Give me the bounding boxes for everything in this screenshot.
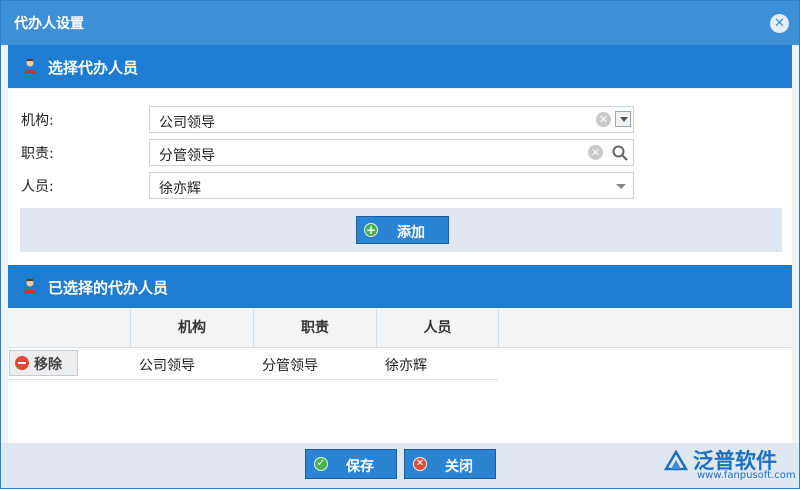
logo-icon — [663, 449, 689, 471]
select-section-header: 选择代办人员 — [8, 45, 792, 88]
duty-label: 职责: — [21, 146, 54, 162]
plus-icon: + — [364, 223, 378, 237]
person-label: 人员: — [21, 179, 54, 195]
search-icon[interactable] — [611, 144, 629, 162]
dropdown-icon[interactable] — [615, 111, 631, 127]
dialog-titlebar: 代办人设置 ✕ — [1, 1, 799, 45]
dialog-footer: ✓ 保存 ✕ 关闭 泛普软件 www.fanpusoft.com — [1, 443, 799, 488]
col-header-duty[interactable]: 职责 — [253, 309, 376, 347]
person-icon — [24, 279, 36, 294]
org-value: 公司领导 — [159, 115, 215, 131]
close-icon[interactable]: ✕ — [770, 14, 789, 33]
delegate-settings-dialog: 代办人设置 ✕ 选择代办人员 机构: 公司领导 ✕ 职责: 分管领导 ✕ 人员: — [0, 0, 800, 489]
duty-value: 分管领导 — [159, 148, 215, 164]
dialog-title: 代办人设置 — [14, 16, 84, 32]
add-toolbar: + 添加 — [20, 208, 782, 252]
col-header-org[interactable]: 机构 — [130, 309, 253, 347]
minus-icon — [15, 356, 29, 370]
person-icon — [24, 59, 36, 74]
close-button[interactable]: ✕ 关闭 — [404, 449, 496, 479]
selected-section-title: 已选择的代办人员 — [48, 279, 169, 297]
logo-url: www.fanpusoft.com — [697, 470, 796, 481]
chevron-down-icon[interactable] — [616, 184, 626, 189]
add-button[interactable]: + 添加 — [356, 216, 449, 244]
cancel-icon: ✕ — [413, 457, 427, 471]
person-value: 徐亦辉 — [159, 181, 201, 197]
org-label: 机构: — [21, 113, 54, 129]
save-button[interactable]: ✓ 保存 — [305, 449, 397, 479]
grid-header: 机构 职责 人员 — [8, 309, 792, 348]
org-field[interactable]: 公司领导 ✕ — [149, 106, 634, 133]
cell-person: 徐亦辉 — [385, 358, 427, 374]
selection-form: 机构: 公司领导 ✕ 职责: 分管领导 ✕ 人员: 徐亦辉 + 添加 — [8, 89, 792, 265]
col-header-person[interactable]: 人员 — [376, 309, 499, 347]
remove-button[interactable]: 移除 — [9, 350, 78, 376]
selected-section-header: 已选择的代办人员 — [8, 265, 792, 308]
duty-field[interactable]: 分管领导 ✕ — [149, 139, 634, 166]
cell-org: 公司领导 — [139, 358, 195, 374]
brand-logo: 泛普软件 www.fanpusoft.com — [661, 443, 796, 487]
person-select[interactable]: 徐亦辉 — [149, 172, 634, 199]
clear-icon[interactable]: ✕ — [588, 145, 603, 160]
clear-icon[interactable]: ✕ — [596, 112, 611, 127]
selected-grid: 机构 职责 人员 移除 公司领导 分管领导 徐亦辉 — [8, 309, 792, 443]
table-row: 移除 公司领导 分管领导 徐亦辉 — [8, 348, 498, 380]
select-section-title: 选择代办人员 — [48, 59, 139, 77]
check-icon: ✓ — [314, 457, 328, 471]
cell-duty: 分管领导 — [262, 358, 318, 374]
